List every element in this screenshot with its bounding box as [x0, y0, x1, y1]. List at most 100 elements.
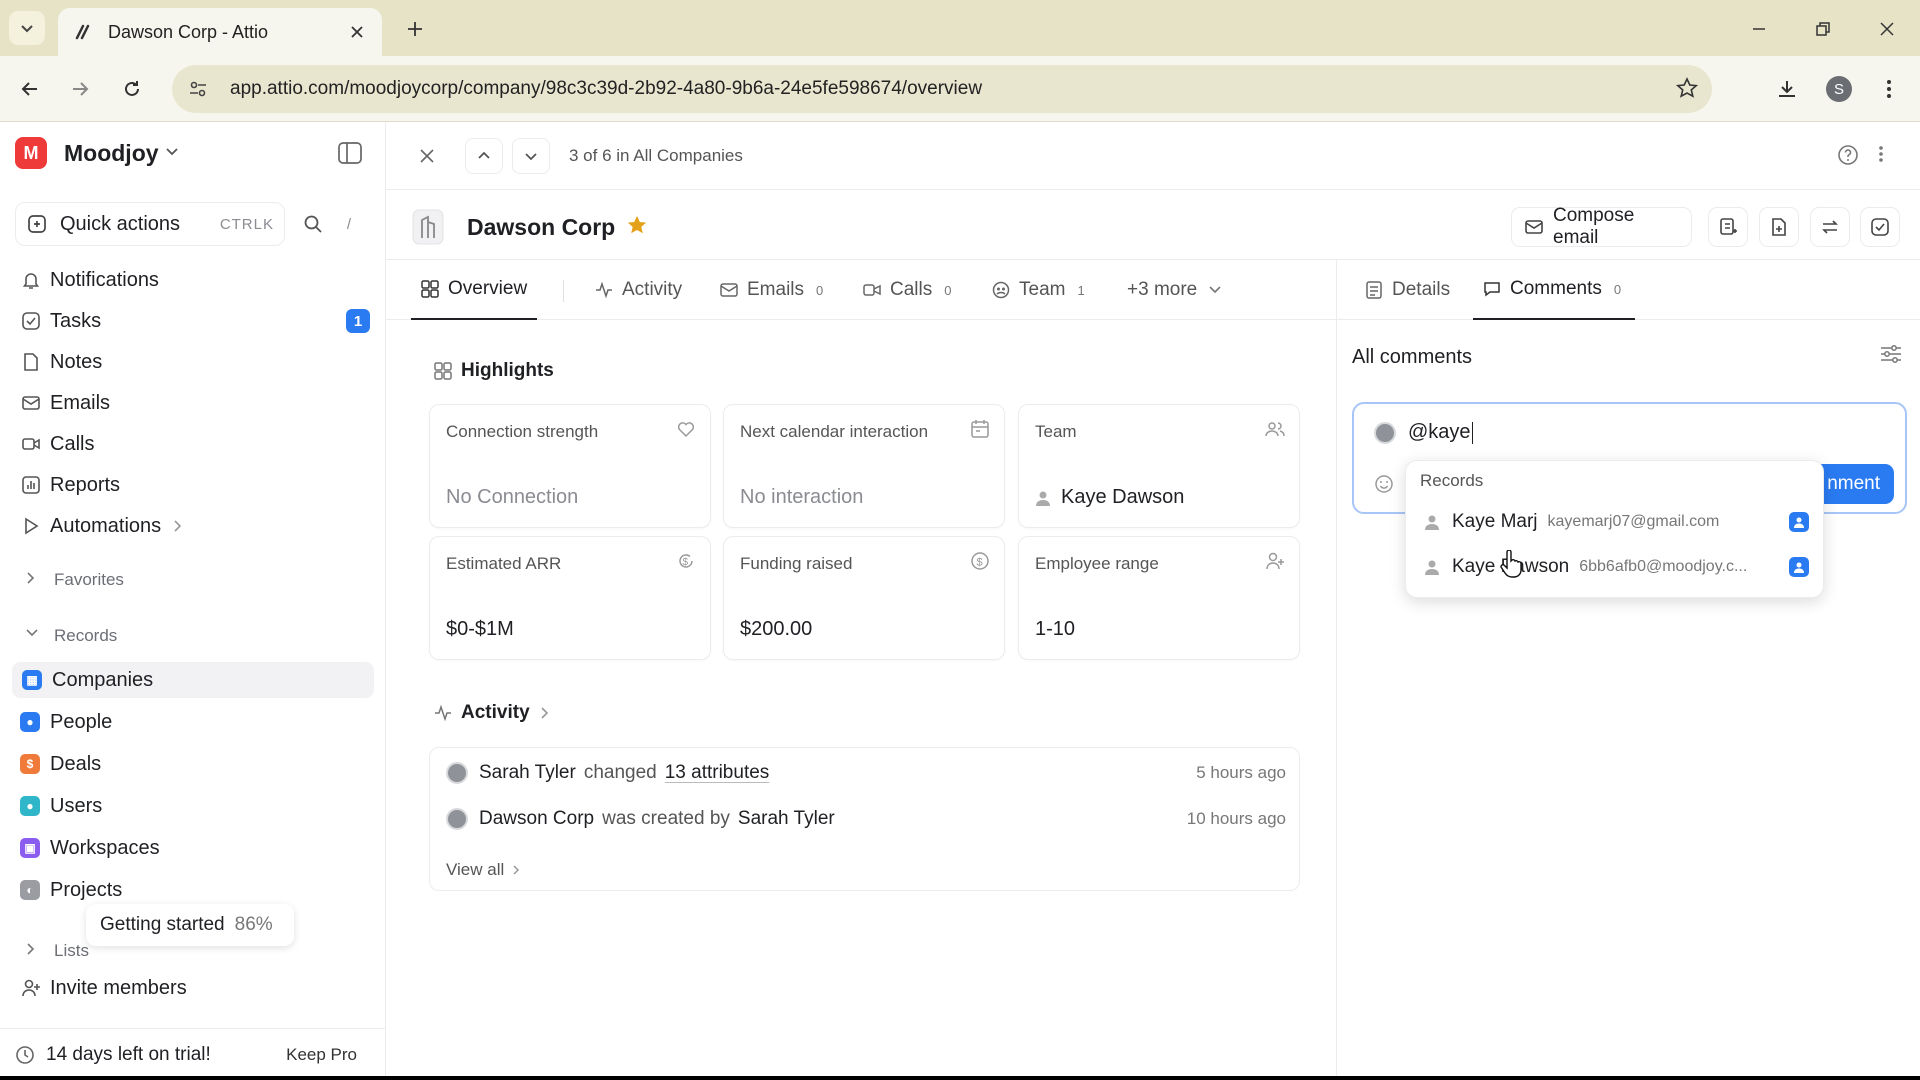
card-team[interactable]: Team Kaye Dawson: [1018, 404, 1300, 528]
activity-object[interactable]: 13 attributes: [665, 762, 770, 784]
merge-button[interactable]: [1810, 207, 1850, 247]
back-button[interactable]: [13, 72, 47, 106]
add-note-button[interactable]: [1759, 207, 1799, 247]
chevron-down-icon[interactable]: [165, 144, 179, 158]
bar-chart-icon: [20, 474, 42, 496]
view-all-link[interactable]: View all: [446, 860, 520, 880]
card-next-calendar-interaction[interactable]: Next calendar interaction No interaction: [723, 404, 1005, 528]
card-funding-raised[interactable]: Funding raised $ $200.00: [723, 536, 1005, 660]
previous-record-button[interactable]: [465, 138, 503, 174]
activity-heading[interactable]: Activity: [434, 702, 550, 724]
records-section-header[interactable]: Records: [26, 622, 117, 650]
close-icon: [420, 149, 434, 163]
sidebar-item-deals[interactable]: $ Deals: [20, 746, 370, 782]
sidebar-item-workspaces[interactable]: ▣ Workspaces: [20, 830, 370, 866]
activity-verb: was created by: [602, 808, 730, 829]
tab-overview[interactable]: Overview: [411, 260, 538, 320]
activity-row[interactable]: Dawson Corp was created by Sarah Tyler 1…: [446, 804, 1286, 834]
browser-menu-button[interactable]: [1872, 72, 1906, 106]
forward-button[interactable]: [63, 72, 97, 106]
person-icon: [1424, 514, 1440, 530]
team-icon: [992, 281, 1010, 299]
companies-icon: ▦: [22, 670, 42, 690]
record-toolbar: 3 of 6 in All Companies: [386, 122, 1920, 190]
chevron-right-icon: [512, 865, 520, 875]
sidebar-item-label: Projects: [50, 878, 123, 901]
swap-icon: [1822, 220, 1838, 234]
reload-button[interactable]: [115, 72, 149, 106]
mail-icon: [20, 392, 42, 414]
view-all-label: View all: [446, 860, 505, 879]
emoji-icon[interactable]: [1374, 474, 1394, 494]
comment-input[interactable]: @kaye: [1408, 421, 1473, 444]
tab-calls[interactable]: Calls 0: [863, 260, 951, 320]
sidebar-item-calls[interactable]: Calls: [20, 426, 370, 462]
favorites-section-header[interactable]: Favorites: [26, 566, 124, 594]
sidebar-item-label: Notifications: [50, 268, 159, 291]
close-tab-icon[interactable]: [346, 21, 368, 43]
sidebar-item-users[interactable]: ● Users: [20, 788, 370, 824]
profile-button[interactable]: S: [1822, 72, 1856, 106]
sidebar-item-projects[interactable]: ◐ Projects: [20, 872, 370, 908]
sidebar-item-notes[interactable]: Notes: [20, 344, 370, 380]
keep-pro-button[interactable]: Keep Pro: [286, 1045, 357, 1065]
close-window-button[interactable]: [1872, 14, 1902, 44]
minimize-button[interactable]: [1744, 14, 1774, 44]
lists-section-header[interactable]: Lists: [26, 937, 89, 965]
add-task-button[interactable]: [1860, 207, 1900, 247]
favorite-star-icon[interactable]: [626, 214, 648, 236]
search-button[interactable]: [296, 202, 330, 246]
sidebar-toggle-icon[interactable]: [338, 142, 362, 164]
tab-more[interactable]: +3 more: [1127, 260, 1221, 320]
activity-row[interactable]: Sarah Tyler changed 13 attributes 5 hour…: [446, 758, 1286, 788]
browser-tab-active[interactable]: Dawson Corp - Attio: [58, 8, 382, 56]
sidebar-item-people[interactable]: ● People: [20, 704, 370, 740]
people-record-icon: [1789, 557, 1809, 577]
sidebar-item-label: Automations: [50, 514, 162, 537]
new-tab-button[interactable]: [400, 14, 430, 44]
tab-label: Team: [1019, 279, 1066, 300]
sidebar-item-reports[interactable]: Reports: [20, 467, 370, 503]
filter-icon[interactable]: [1880, 344, 1902, 364]
trial-banner: 14 days left on trial! Keep Pro: [0, 1028, 385, 1080]
mention-option[interactable]: Kaye Marj kayemarj07@gmail.com: [1410, 502, 1821, 542]
tab-details[interactable]: Details: [1365, 260, 1450, 320]
close-record-button[interactable]: [411, 140, 443, 172]
sidebar-item-notifications[interactable]: Notifications: [20, 262, 370, 298]
card-connection-strength[interactable]: Connection strength No Connection: [429, 404, 711, 528]
sidebar-item-companies[interactable]: ▦ Companies: [12, 662, 374, 698]
downloads-button[interactable]: [1770, 72, 1804, 106]
activity-subject[interactable]: Dawson Corp: [479, 808, 594, 830]
next-record-button[interactable]: [512, 138, 550, 174]
tab-activity[interactable]: Activity: [595, 260, 682, 320]
sidebar-item-tasks[interactable]: Tasks 1: [20, 303, 370, 339]
team-count: 1: [1077, 282, 1085, 298]
activity-actor[interactable]: Sarah Tyler: [738, 808, 835, 830]
more-vertical-icon[interactable]: [1878, 144, 1884, 164]
tab-comments[interactable]: Comments 0: [1473, 260, 1636, 320]
quick-actions-button[interactable]: Quick actions CTRLK: [15, 202, 285, 246]
help-icon[interactable]: [1837, 144, 1859, 166]
team-member-name[interactable]: Kaye Dawson: [1061, 486, 1184, 509]
activity-actor[interactable]: Sarah Tyler: [479, 762, 576, 784]
invite-members-button[interactable]: Invite members: [20, 970, 370, 1006]
card-employee-range[interactable]: Employee range 1-10: [1018, 536, 1300, 660]
card-estimated-arr[interactable]: Estimated ARR $ $0-$1M: [429, 536, 711, 660]
mention-option[interactable]: Kaye Dawson 6bb6afb0@moodjoy.c...: [1410, 547, 1821, 587]
site-settings-icon[interactable]: [186, 77, 210, 101]
getting-started-popover[interactable]: Getting started 86%: [86, 904, 294, 946]
tab-team[interactable]: Team 1: [992, 260, 1085, 320]
compose-email-button[interactable]: Compose email: [1511, 205, 1692, 248]
workspace-logo[interactable]: M: [15, 137, 47, 169]
workspace-name[interactable]: Moodjoy: [64, 140, 159, 167]
sidebar-item-emails[interactable]: Emails: [20, 385, 370, 421]
sidebar-item-automations[interactable]: Automations: [20, 508, 370, 544]
tab-search-button[interactable]: [9, 11, 45, 45]
tab-emails[interactable]: Emails 0: [720, 260, 823, 320]
tab-label: Comments: [1510, 278, 1602, 299]
address-bar[interactable]: app.attio.com/moodjoycorp/company/98c3c3…: [172, 65, 1712, 113]
deals-icon: $: [20, 754, 40, 774]
bookmark-star-icon[interactable]: [1676, 77, 1698, 99]
add-to-list-button[interactable]: [1708, 207, 1748, 247]
restore-button[interactable]: [1808, 14, 1838, 44]
